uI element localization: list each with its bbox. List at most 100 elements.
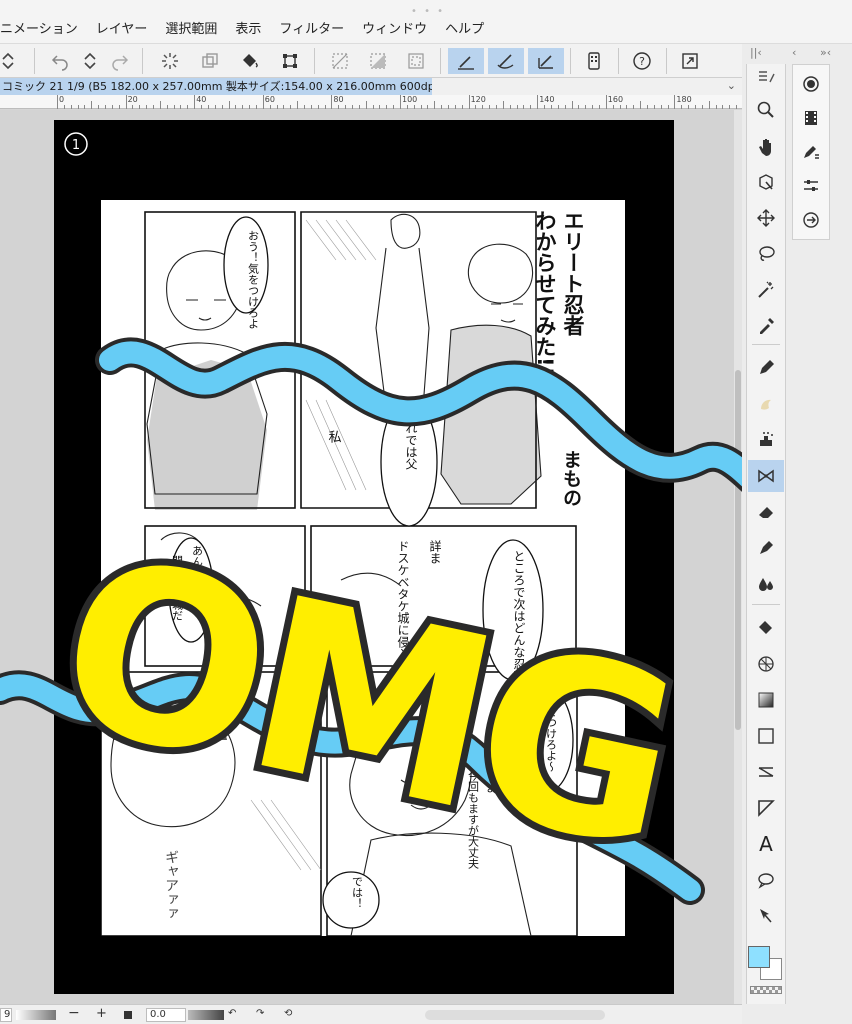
menu-help[interactable]: ヘルプ (445, 6, 484, 37)
transparent-color-icon[interactable] (750, 986, 782, 994)
menu-view[interactable]: 表示 (235, 6, 261, 37)
svg-text:ところで次はどんな忍務なのか？: ところで次はどんな忍務なのか？ (512, 550, 526, 730)
navigate-icon[interactable] (793, 204, 829, 236)
menu-animation[interactable]: ニメーション (0, 6, 78, 37)
brush-layer-icon[interactable] (793, 136, 829, 168)
airbrush-icon[interactable] (748, 424, 784, 456)
fullscreen-icon[interactable] (676, 48, 704, 74)
hand-icon[interactable] (748, 130, 784, 162)
ruler-minor-tick (180, 105, 182, 109)
brush-size-slider[interactable] (16, 1010, 56, 1020)
decoration-icon[interactable] (748, 460, 784, 492)
line-correction-icon[interactable] (748, 792, 784, 824)
adjust-sliders-icon[interactable] (793, 170, 829, 202)
zoom-icon[interactable] (748, 94, 784, 126)
ruler-minor-tick (633, 105, 635, 109)
brush-size-field[interactable]: 9 (0, 1008, 12, 1022)
move-icon[interactable] (748, 202, 784, 234)
ruler-minor-tick (345, 105, 347, 109)
menu-layer[interactable]: レイヤー (96, 6, 148, 37)
redo-icon[interactable] (106, 48, 134, 74)
svg-text:聞かない城だ: 聞かない城だ (171, 555, 184, 621)
ruler-minor-tick (653, 105, 655, 109)
ruler-minor-tick (221, 105, 223, 109)
fill-icon[interactable] (748, 612, 784, 644)
ruler-minor-tick (283, 105, 285, 109)
rotation-angle-field[interactable]: 0.0 (146, 1008, 186, 1022)
gradient-icon[interactable] (748, 648, 784, 680)
collapse-left-icon[interactable]: ||‹ (750, 46, 762, 59)
transform-icon[interactable] (276, 48, 304, 74)
square-stop-icon[interactable] (124, 1011, 132, 1019)
ruler-tick (331, 95, 333, 109)
ruler-minor-tick (564, 105, 566, 109)
ruler-minor-tick (427, 105, 429, 109)
text-icon[interactable]: A (748, 828, 784, 860)
chevron-updown-icon[interactable] (0, 48, 22, 74)
ruler-icon[interactable] (748, 756, 784, 788)
collapse-right-icon[interactable]: »‹ (820, 46, 831, 59)
ruler-minor-tick (509, 105, 511, 109)
copy-layer-icon[interactable] (196, 48, 224, 74)
pencil-icon[interactable] (748, 388, 784, 420)
ruler-minor-tick (598, 105, 600, 109)
ruler-minor-tick (166, 105, 168, 109)
fill-bucket-icon[interactable] (236, 48, 264, 74)
canvas-area[interactable]: 1 おう！気をつけろよ それでは父 私 あんまり良 聞かない城だ ドスケベタケ城… (0, 110, 742, 1004)
rotation-slider[interactable] (188, 1010, 224, 1020)
scroll-thumb[interactable] (735, 370, 741, 730)
special-ruler-snap-icon[interactable] (488, 48, 524, 74)
menu-filter[interactable]: フィルター (279, 6, 344, 37)
ruler-snap-icon[interactable] (448, 48, 484, 74)
chevron-down-icon[interactable]: ⌄ (727, 79, 736, 92)
ruler-minor-tick (640, 101, 642, 109)
zoom-in-icon[interactable]: + (96, 1006, 107, 1021)
ruler-minor-tick (98, 105, 100, 109)
document-tab[interactable]: コミック 21 1/9 (B5 182.00 x 257.00mm 製本サイズ:… (0, 78, 742, 95)
loading-spinner-icon[interactable] (156, 48, 184, 74)
horizontal-scrollbar[interactable] (425, 1010, 605, 1020)
pen-icon[interactable] (748, 352, 784, 384)
svg-text:わからせてみた!!: わからせてみた!! (533, 210, 557, 376)
blend-icon[interactable] (748, 532, 784, 564)
help-icon[interactable]: ? (628, 48, 656, 74)
ruler-tick (605, 95, 607, 109)
circle-record-icon[interactable] (793, 68, 829, 100)
cursor-select-icon[interactable] (748, 900, 784, 932)
ruler-minor-tick (701, 105, 703, 109)
lasso-icon[interactable] (748, 238, 784, 270)
object-select-icon[interactable] (748, 166, 784, 198)
ruler-minor-tick (619, 105, 621, 109)
rotate-right-icon[interactable]: ↷ (256, 1008, 264, 1019)
film-icon[interactable] (793, 102, 829, 134)
balloon-icon[interactable] (748, 864, 784, 896)
rectangle-icon[interactable] (748, 720, 784, 752)
invert-selection-icon[interactable] (364, 48, 392, 74)
ruler-minor-tick (153, 105, 155, 109)
ruler-minor-tick (475, 105, 477, 109)
menu-selection[interactable]: 選択範囲 (165, 6, 217, 37)
device-icon[interactable] (580, 48, 608, 74)
show-selection-icon[interactable] (402, 48, 430, 74)
undo-icon[interactable] (46, 48, 74, 74)
zoom-out-icon[interactable]: − (68, 1005, 80, 1021)
eyedropper-icon[interactable] (748, 310, 784, 342)
vertical-scrollbar[interactable] (734, 110, 742, 1004)
magic-wand-icon[interactable] (748, 274, 784, 306)
eraser-icon[interactable] (748, 496, 784, 528)
fill-drops-icon[interactable] (748, 568, 784, 600)
ruler-minor-tick (722, 105, 724, 109)
svg-text:エリート忍者: エリート忍者 (561, 210, 585, 337)
rotate-left-icon[interactable]: ↶ (228, 1008, 236, 1019)
palette-menu-icon[interactable] (748, 66, 784, 88)
deselect-icon[interactable] (326, 48, 354, 74)
reset-rotation-icon[interactable]: ⟲ (284, 1008, 292, 1019)
svg-text:詳ま: 詳ま (428, 539, 442, 564)
grid-snap-icon[interactable] (528, 48, 564, 74)
frame-border-icon[interactable] (748, 684, 784, 716)
main-color-swatch[interactable] (748, 946, 770, 968)
ruler-minor-tick (708, 101, 710, 109)
chevron-left-icon[interactable]: ‹ (792, 46, 796, 59)
chevron-updown-icon[interactable] (76, 48, 104, 74)
manga-page[interactable]: 1 おう！気をつけろよ それでは父 私 あんまり良 聞かない城だ ドスケベタケ城… (54, 120, 674, 994)
